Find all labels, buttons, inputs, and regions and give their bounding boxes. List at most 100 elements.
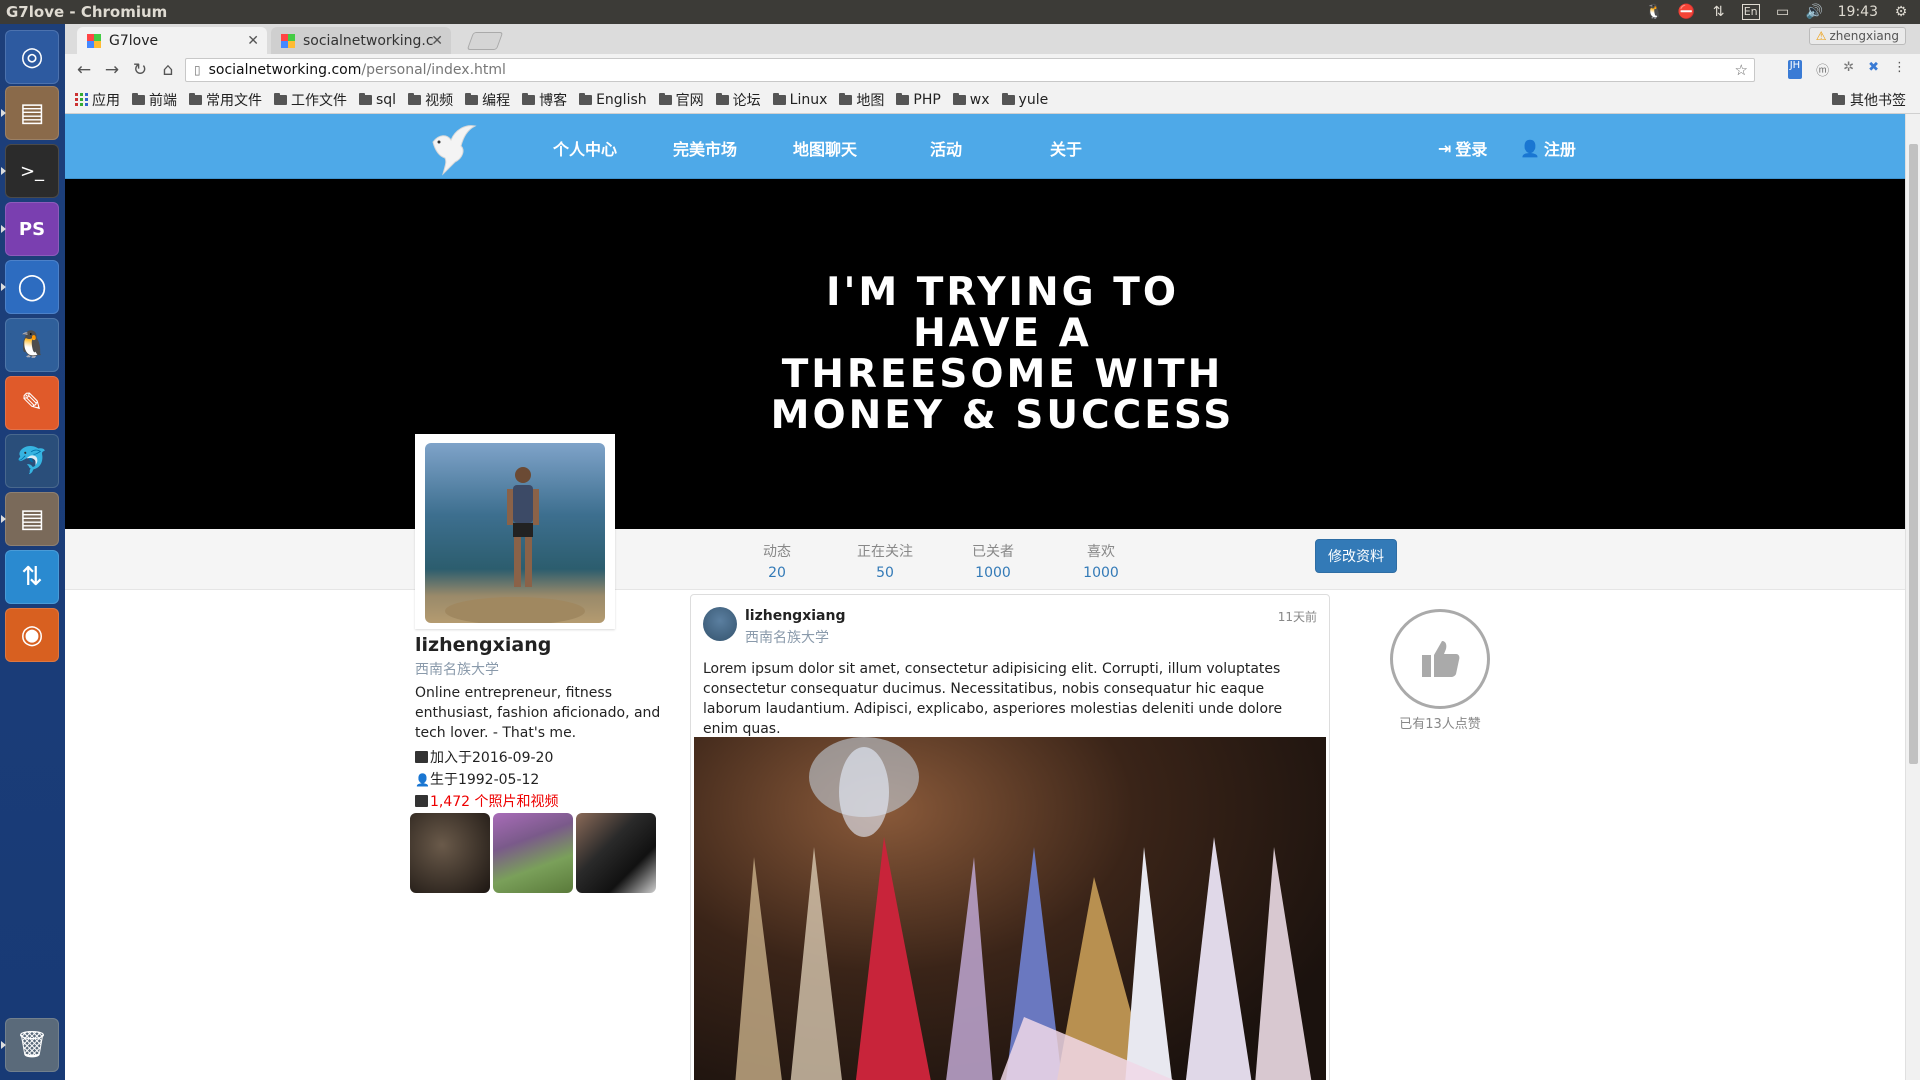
bookmark-folder[interactable]: sql [359, 92, 396, 108]
media-thumbnail[interactable] [410, 813, 490, 893]
nav-activities[interactable]: 活动 [930, 136, 962, 160]
login-link[interactable]: ⇥ 登录 [1438, 136, 1487, 160]
nav-personal-center[interactable]: 个人中心 [553, 136, 617, 160]
born-row: 👤生于1992-05-12 [415, 772, 540, 788]
banner-text: I'M TRYING TO HAVE A THREESOME WITH MONE… [770, 270, 1235, 438]
nav-about[interactable]: 关于 [1050, 136, 1082, 160]
extension-m-icon[interactable]: ⓜ [1816, 60, 1829, 79]
bookmark-folder[interactable]: 常用文件 [189, 90, 262, 110]
archive-icon[interactable]: ▤ [1, 492, 59, 546]
new-tab-button[interactable] [466, 32, 504, 50]
scrollbar-thumb[interactable] [1909, 144, 1918, 764]
stat-following[interactable]: 正在关注 50 [850, 541, 920, 581]
transfer-icon[interactable]: ⇅ [5, 550, 59, 604]
extension-gear-icon[interactable]: ✲ [1843, 60, 1854, 79]
clock[interactable]: 19:43 [1838, 4, 1878, 20]
home-icon[interactable]: ⌂ [155, 57, 181, 83]
tab-close-icon[interactable]: ✕ [431, 33, 443, 49]
url-path: /personal/index.html [361, 62, 506, 78]
mysql-workbench-icon[interactable]: 🐬 [5, 434, 59, 488]
profile-school: 西南名族大学 [415, 662, 499, 678]
chromium-icon[interactable]: ◯ [1, 260, 59, 314]
extension-badge[interactable]: JH [1787, 60, 1803, 79]
profile-meta: 加入于2016-09-20 👤生于1992-05-12 1,472 个照片和视频 [415, 747, 665, 813]
file-manager-icon[interactable]: ▤ [1, 86, 59, 140]
gear-icon[interactable]: ⚙ [1892, 4, 1910, 20]
media-thumbnail[interactable] [493, 813, 573, 893]
folder-icon [952, 92, 966, 105]
dove-logo-icon[interactable] [425, 120, 480, 176]
profile-avatar[interactable] [415, 434, 615, 629]
no-entry-icon[interactable]: ⛔ [1678, 4, 1696, 20]
bookmark-folder[interactable]: 工作文件 [274, 90, 347, 110]
forward-icon[interactable]: → [99, 57, 125, 83]
bookmark-folder[interactable]: 官网 [658, 90, 704, 110]
tab-close-icon[interactable]: ✕ [247, 33, 259, 49]
qq-icon[interactable]: 🐧 [5, 318, 59, 372]
trash-icon[interactable]: 🗑 [1, 1018, 59, 1072]
menu-icon[interactable]: ⋮ [1893, 60, 1906, 79]
like-button[interactable] [1390, 609, 1490, 709]
edit-profile-button[interactable]: 修改资料 [1315, 539, 1397, 573]
profile-name: lizhengxiang [415, 634, 552, 656]
cover-banner: I'M TRYING TO HAVE A THREESOME WITH MONE… [65, 179, 1905, 529]
unity-launcher: ◎ ▤ >_ PS ◯ 🐧 ✎ 🐬 ▤ ⇅ ◉ 🗑 [0, 24, 65, 1080]
folder-icon [522, 92, 536, 105]
post-timestamp: 11天前 [1277, 610, 1317, 624]
battery-icon[interactable]: ▭ [1774, 4, 1792, 20]
nav-map-chat[interactable]: 地图聊天 [793, 136, 857, 160]
bookmark-folder[interactable]: 地图 [839, 90, 884, 110]
bookmark-folder[interactable]: English [579, 92, 647, 108]
bookmark-folder[interactable]: 博客 [522, 90, 567, 110]
bookmark-folder[interactable]: yule [1001, 92, 1048, 108]
editor-icon[interactable]: ✎ [5, 376, 59, 430]
page-scrollbar[interactable] [1905, 114, 1920, 1080]
bookmark-apps[interactable]: 应用 [75, 90, 120, 110]
warning-icon: ⚠ [1815, 29, 1827, 43]
bookmark-star-icon[interactable]: ☆ [1735, 61, 1748, 79]
tab-socialnetworking[interactable]: socialnetworking.c ✕ [271, 27, 451, 54]
other-bookmarks[interactable]: 其他书签 [1832, 90, 1906, 110]
favicon-icon [281, 33, 295, 48]
bookmark-folder[interactable]: 前端 [132, 90, 177, 110]
post-image[interactable] [694, 737, 1326, 1080]
stat-posts[interactable]: 动态 20 [742, 541, 812, 581]
stat-likes[interactable]: 喜欢 1000 [1066, 541, 1136, 581]
post-author-name[interactable]: lizhengxiang [745, 608, 845, 624]
folder-icon [408, 92, 422, 105]
bookmark-folder[interactable]: 视频 [408, 90, 453, 110]
stat-followers[interactable]: 已关者 1000 [958, 541, 1028, 581]
media-row[interactable]: 1,472 个照片和视频 [415, 791, 665, 813]
firefox-icon[interactable]: ◉ [5, 608, 59, 662]
profile-badge[interactable]: ⚠ zhengxiang [1808, 27, 1906, 45]
input-method-indicator[interactable]: En [1741, 4, 1760, 20]
reload-icon[interactable]: ↻ [127, 57, 153, 83]
bookmark-folder[interactable]: PHP [896, 92, 941, 108]
like-count-text: 已有13人点赞 [1399, 717, 1481, 732]
folder-icon [896, 92, 910, 105]
media-thumbnail[interactable] [576, 813, 656, 893]
address-bar[interactable]: ▯ socialnetworking.com/personal/index.ht… [185, 58, 1755, 82]
apps-icon [75, 93, 88, 106]
extension-x-icon[interactable]: ✖ [1868, 60, 1879, 79]
post-author-avatar[interactable] [703, 607, 737, 641]
bookmark-folder[interactable]: 编程 [465, 90, 510, 110]
favicon-icon [87, 33, 101, 48]
back-icon[interactable]: ← [71, 57, 97, 83]
window-title: G7love - Chromium [6, 3, 168, 21]
register-link[interactable]: 👤 注册 [1520, 136, 1576, 160]
folder-icon [465, 92, 479, 105]
ubuntu-home-icon[interactable]: ◎ [5, 30, 59, 84]
volume-icon[interactable]: 🔊 [1806, 4, 1824, 20]
phpstorm-icon[interactable]: PS [1, 202, 59, 256]
network-arrows-icon[interactable]: ⇅ [1710, 4, 1728, 20]
terminal-icon[interactable]: >_ [1, 144, 59, 198]
bookmark-folder[interactable]: wx [952, 92, 990, 108]
folder-icon [579, 92, 593, 105]
tab-g7love[interactable]: G7love ✕ [77, 27, 267, 54]
browser-tabstrip: G7love ✕ socialnetworking.c ✕ ⚠ zhengxia… [65, 24, 1920, 54]
qq-tray-icon[interactable]: 🐧 [1646, 4, 1664, 20]
bookmark-folder[interactable]: 论坛 [715, 90, 761, 110]
bookmark-folder[interactable]: Linux [772, 92, 827, 108]
nav-market[interactable]: 完美市场 [673, 136, 737, 160]
